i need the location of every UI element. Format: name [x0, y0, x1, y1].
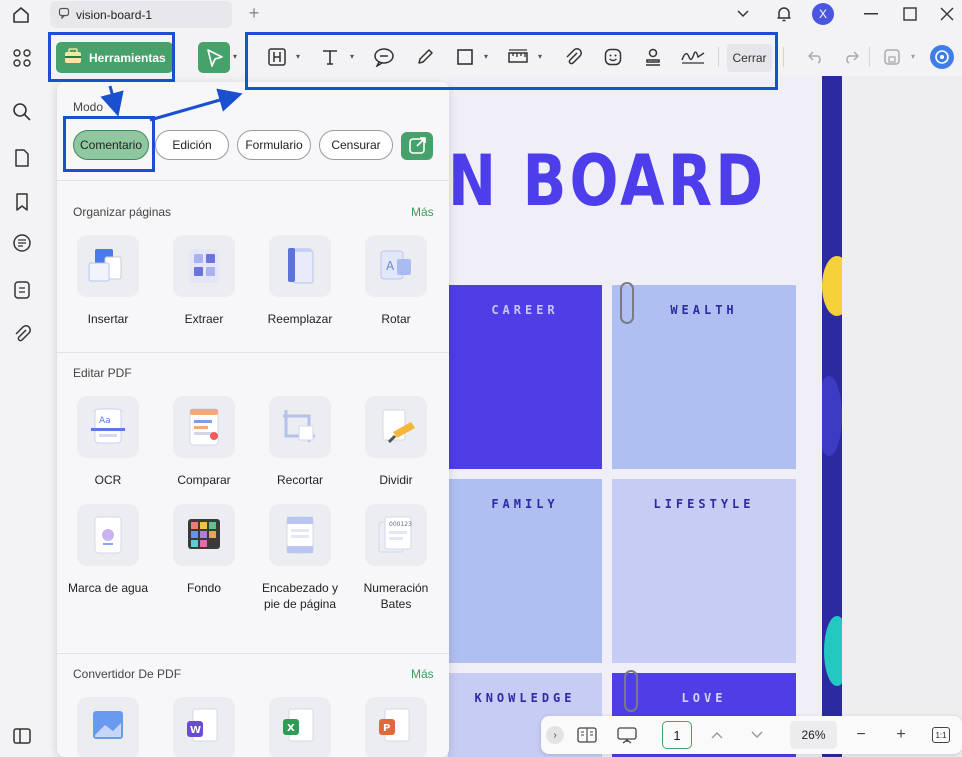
bottom-navigation-bar: › 1 26% − + 1:1: [541, 716, 962, 754]
page-number-input[interactable]: 1: [662, 721, 692, 749]
annotation-arrows: [100, 85, 243, 122]
zoom-level[interactable]: 26%: [790, 721, 837, 749]
chevron-up-icon[interactable]: [706, 725, 728, 745]
page-view-icon[interactable]: [576, 725, 598, 745]
actual-size-button[interactable]: 1:1: [932, 727, 950, 743]
presentation-icon[interactable]: [616, 725, 638, 745]
chevron-right-icon[interactable]: ›: [546, 726, 564, 744]
chevron-down-icon[interactable]: [746, 725, 768, 745]
zoom-in-button[interactable]: +: [890, 725, 912, 745]
zoom-out-button[interactable]: −: [850, 725, 872, 745]
